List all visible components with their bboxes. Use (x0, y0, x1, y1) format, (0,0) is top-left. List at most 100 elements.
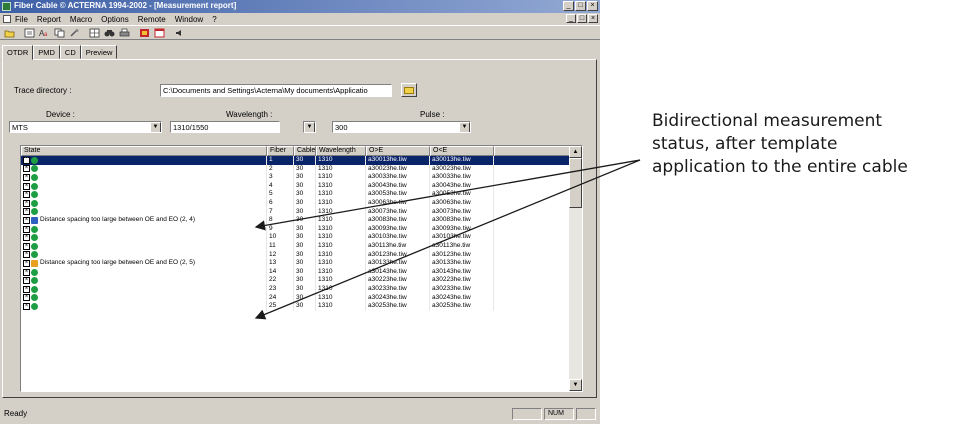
chevron-down-icon[interactable]: ▼ (304, 122, 315, 132)
device-select[interactable]: MTS ▼ (9, 121, 162, 133)
state-cell[interactable]: × (21, 181, 267, 191)
checkbox[interactable]: × (23, 182, 30, 190)
table-row[interactable]: × 14 30 1310 a30143he.tiw a30143he.tiw (21, 267, 570, 277)
maximize-button[interactable]: □ (575, 1, 586, 11)
checkbox[interactable]: × (23, 268, 30, 276)
state-cell[interactable]: × (21, 250, 267, 260)
table-row[interactable]: × 5 30 1310 a30053he.tiw a30053he.tiw (21, 190, 570, 199)
report-icon[interactable] (23, 27, 36, 39)
state-cell[interactable]: × (21, 224, 267, 234)
table-row[interactable]: × 6 30 1310 a30063he.tiw a30063he.tiw (21, 198, 570, 208)
checkbox[interactable]: × (23, 173, 30, 181)
browse-folder-button[interactable] (401, 83, 417, 97)
state-cell[interactable]: × (21, 233, 267, 242)
state-cell[interactable]: × (21, 156, 267, 165)
settings-icon[interactable] (68, 27, 81, 39)
tab-otdr[interactable]: OTDR (2, 45, 34, 60)
table-row[interactable]: × 7 30 1310 a30073he.tiw a30073he.tiw (21, 207, 570, 217)
column-header-cable[interactable]: Cable (294, 146, 316, 156)
checkbox[interactable]: × (23, 225, 30, 233)
column-header-oe[interactable]: O>E (366, 146, 430, 156)
menu-remote[interactable]: Remote (138, 15, 166, 24)
font-icon[interactable]: Aa (38, 27, 51, 39)
copy-icon[interactable] (53, 27, 66, 39)
state-cell[interactable]: × (21, 164, 267, 174)
table-row[interactable]: × 2 30 1310 a30023he.tiw a30023he.tiw (21, 164, 570, 174)
table-row[interactable]: × 24 30 1310 a30243he.tiw a30243he.tiw (21, 293, 570, 303)
chevron-down-icon[interactable]: ▼ (459, 122, 470, 132)
wavelength-select[interactable]: ▼ (303, 121, 316, 133)
state-cell[interactable]: × Distance spacing too large between OE a… (21, 259, 267, 268)
table-row[interactable]: × 23 30 1310 a30233he.tiw a30233he.tiw (21, 284, 570, 294)
open-icon[interactable] (3, 27, 16, 39)
scroll-thumb[interactable] (569, 158, 582, 208)
table-row[interactable]: × 9 30 1310 a30093he.tiw a30093he.tiw (21, 224, 570, 234)
table-row[interactable]: × 10 30 1310 a30103he.tiw a30103he.tiw (21, 233, 570, 242)
table-row[interactable]: × 12 30 1310 a30123he.tiw a30123he.tiw (21, 250, 570, 260)
state-cell[interactable]: × (21, 302, 267, 311)
chevron-down-icon[interactable]: ▼ (150, 122, 161, 132)
table-row[interactable]: × 25 30 1310 a30253he.tiw a30253he.tiw (21, 302, 570, 311)
state-cell[interactable]: × (21, 241, 267, 251)
document-icon[interactable] (3, 15, 11, 23)
table-row[interactable]: × 3 30 1310 a30033he.tiw a30033he.tiw (21, 173, 570, 182)
column-header-wavelength[interactable]: Wavelength (316, 146, 366, 156)
print-icon[interactable] (118, 27, 131, 39)
state-cell[interactable]: × Distance spacing too large between OE a… (21, 216, 267, 225)
menu-window[interactable]: Window (175, 15, 203, 24)
table-row[interactable]: × Distance spacing too large between OE a… (21, 216, 570, 225)
menu-macro[interactable]: Macro (70, 15, 92, 24)
checkbox[interactable]: × (23, 156, 30, 164)
checkbox[interactable]: × (23, 294, 30, 302)
state-cell[interactable]: × (21, 173, 267, 182)
doc-close-button[interactable]: × (588, 14, 598, 23)
checkbox[interactable]: × (23, 259, 30, 267)
table-row[interactable]: × 4 30 1310 a30043he.tiw a30043he.tiw (21, 181, 570, 191)
vertical-scrollbar[interactable]: ▲ ▼ (569, 146, 582, 391)
scroll-down-button[interactable]: ▼ (569, 379, 582, 391)
menu-file[interactable]: File (15, 15, 28, 24)
tab-cd[interactable]: CD (59, 45, 81, 59)
checkbox[interactable]: × (23, 199, 30, 207)
checkbox[interactable]: × (23, 208, 30, 216)
column-header-state[interactable]: State (21, 146, 267, 156)
menu-options[interactable]: Options (101, 15, 129, 24)
window-icon[interactable] (153, 27, 166, 39)
checkbox[interactable]: × (23, 285, 30, 293)
checkbox[interactable]: × (23, 251, 30, 259)
state-cell[interactable]: × (21, 284, 267, 294)
pulse-select[interactable]: 300 ▼ (332, 121, 471, 133)
menu-help[interactable]: ? (212, 15, 216, 24)
doc-minimize-button[interactable]: _ (566, 14, 576, 23)
chart-icon[interactable] (138, 27, 151, 39)
state-cell[interactable]: × (21, 276, 267, 285)
trace-directory-input[interactable]: C:\Documents and Settings\Acterna\My doc… (160, 84, 392, 97)
checkbox[interactable]: × (23, 191, 30, 199)
table-row[interactable]: × 1 30 1310 a30013he.tiw a30013he.tiw (21, 156, 570, 165)
title-bar[interactable]: Fiber Cable © ACTERNA 1994-2002 - [Measu… (0, 0, 600, 13)
minimize-button[interactable]: _ (563, 1, 574, 11)
tab-pmd[interactable]: PMD (33, 45, 60, 59)
checkbox[interactable]: × (23, 277, 30, 285)
state-cell[interactable]: × (21, 293, 267, 303)
doc-maximize-button[interactable]: □ (577, 14, 587, 23)
state-cell[interactable]: × (21, 190, 267, 199)
binoculars-icon[interactable] (103, 27, 116, 39)
speaker-icon[interactable] (173, 27, 186, 39)
table-row[interactable]: × 22 30 1310 a30223he.tiw a30223he.tiw (21, 276, 570, 285)
tab-preview[interactable]: Preview (80, 45, 118, 59)
state-cell[interactable]: × (21, 198, 267, 208)
scroll-up-button[interactable]: ▲ (569, 146, 582, 158)
state-cell[interactable]: × (21, 267, 267, 277)
checkbox[interactable]: × (23, 165, 30, 173)
column-header-eo[interactable]: O<E (430, 146, 494, 156)
checkbox[interactable]: × (23, 216, 30, 224)
menu-report[interactable]: Report (37, 15, 61, 24)
column-header-fiber[interactable]: Fiber (267, 146, 294, 156)
close-button[interactable]: × (587, 1, 598, 11)
wavelength-input[interactable]: 1310/1550 (170, 121, 280, 133)
checkbox[interactable]: × (23, 234, 30, 242)
checkbox[interactable]: × (23, 242, 30, 250)
state-cell[interactable]: × (21, 207, 267, 217)
table-row[interactable]: × Distance spacing too large between OE a… (21, 259, 570, 268)
